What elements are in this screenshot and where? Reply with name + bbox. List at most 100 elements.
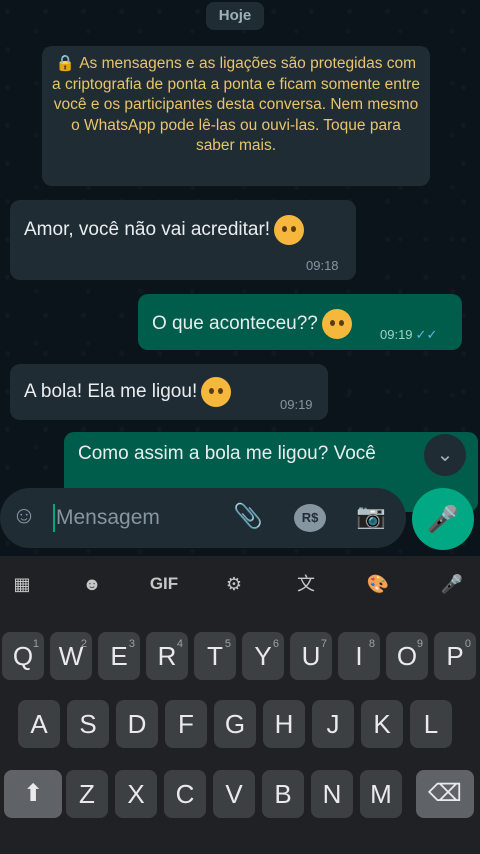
key-v[interactable]: V (213, 770, 255, 818)
key-label: O (396, 641, 418, 671)
key-g[interactable]: G (214, 700, 256, 748)
key-label: N (322, 779, 342, 809)
palette-icon[interactable]: 🎨 (358, 568, 398, 600)
scroll-to-bottom-button[interactable]: ⌄ (424, 434, 466, 476)
message-time-value: 09:19 (380, 327, 413, 342)
key-d[interactable]: D (116, 700, 158, 748)
key-label: L (423, 709, 439, 739)
read-ticks-icon: ✓✓ (415, 327, 438, 342)
backspace-icon: ⌫ (428, 780, 462, 807)
key-label: F (178, 709, 194, 739)
key-label: C (175, 779, 195, 809)
key-l[interactable]: L (410, 700, 452, 748)
sticker-icon[interactable]: ☻ (72, 568, 112, 600)
mic-icon: 🎤 (426, 504, 460, 534)
key-h[interactable]: H (263, 700, 305, 748)
key-w[interactable]: W2 (50, 632, 92, 680)
message-placeholder: Mensagem (56, 506, 160, 529)
key-label: E (110, 641, 128, 671)
message-time: 09:19 (280, 397, 313, 412)
key-label: S (79, 709, 97, 739)
translate-icon[interactable]: 文 (286, 568, 326, 600)
voice-message-button[interactable]: 🎤 (412, 488, 474, 550)
message-composer: ☺ Mensagem 📎 R$ 📷 🎤 (0, 482, 480, 556)
message-text: Amor, você não vai acreditar! (24, 219, 271, 241)
key-label: A (30, 709, 48, 739)
gif-button[interactable]: GIF (144, 568, 184, 600)
key-hint: 1 (32, 638, 39, 650)
key-n[interactable]: N (311, 770, 353, 818)
keyboard: ▦ ☻ GIF ⚙ 文 🎨 🎤 ⬆ ⌫ Q1W2E3R4T5Y6U7I8O9P0… (0, 556, 480, 854)
message-text: Como assim a bola me ligou? Você (78, 443, 376, 464)
key-label: K (373, 709, 391, 739)
key-o[interactable]: O9 (386, 632, 428, 680)
key-k[interactable]: K (361, 700, 403, 748)
key-hint: 2 (80, 638, 87, 650)
message-input[interactable]: ☺ Mensagem 📎 R$ 📷 (0, 488, 406, 548)
key-label: T (207, 641, 223, 671)
shift-icon: ⬆ (22, 780, 44, 807)
settings-gear-icon[interactable]: ⚙ (214, 568, 254, 600)
key-q[interactable]: Q1 (2, 632, 44, 680)
message-bubble-incoming[interactable]: Amor, você não vai acreditar! 09:18 (10, 200, 356, 280)
key-y[interactable]: Y6 (242, 632, 284, 680)
key-m[interactable]: M (360, 770, 402, 818)
key-hint: 5 (224, 638, 231, 650)
text-caret (53, 504, 55, 532)
encryption-notice-text: As mensagens e as ligações são protegida… (52, 55, 420, 154)
key-label: I (355, 641, 363, 671)
message-text: A bola! Ela me ligou! (24, 381, 198, 403)
encryption-notice[interactable]: 🔒 As mensagens e as ligações são protegid… (42, 46, 430, 186)
key-r[interactable]: R4 (146, 632, 188, 680)
message-bubble-incoming[interactable]: A bola! Ela me ligou! 09:19 (10, 364, 328, 420)
key-label: M (370, 779, 392, 809)
key-label: R (157, 641, 177, 671)
key-e[interactable]: E3 (98, 632, 140, 680)
message-bubble-outgoing[interactable]: O que aconteceu?? 09:19 ✓✓ (138, 294, 462, 350)
key-label: X (127, 779, 145, 809)
key-label: Y (254, 641, 272, 671)
key-hint: 0 (464, 638, 471, 650)
payment-icon[interactable]: R$ (294, 504, 326, 532)
key-z[interactable]: Z (66, 770, 108, 818)
date-chip: Hoje (206, 2, 264, 30)
key-i[interactable]: I8 (338, 632, 380, 680)
message-text: O que aconteceu?? (152, 313, 318, 335)
key-label: G (224, 709, 246, 739)
attach-icon[interactable]: 📎 (232, 502, 264, 531)
backspace-key[interactable]: ⌫ (416, 770, 474, 818)
key-b[interactable]: B (262, 770, 304, 818)
key-hint: 4 (176, 638, 183, 650)
face-screaming-emoji (274, 215, 305, 245)
key-hint: 3 (128, 638, 135, 650)
key-t[interactable]: T5 (194, 632, 236, 680)
key-label: Q (12, 641, 34, 671)
chat-area[interactable]: Hoje 🔒 As mensagens e as ligações são pro… (0, 0, 480, 556)
key-s[interactable]: S (67, 700, 109, 748)
message-time: 09:19 ✓✓ (380, 327, 437, 343)
apps-grid-icon[interactable]: ▦ (2, 568, 42, 600)
key-c[interactable]: C (164, 770, 206, 818)
key-hint: 7 (320, 638, 327, 650)
key-x[interactable]: X (115, 770, 157, 818)
key-a[interactable]: A (18, 700, 60, 748)
key-u[interactable]: U7 (290, 632, 332, 680)
chevron-double-down-icon: ⌄ (436, 444, 454, 466)
key-label: V (225, 779, 243, 809)
key-p[interactable]: P0 (434, 632, 476, 680)
key-hint: 6 (272, 638, 279, 650)
key-f[interactable]: F (165, 700, 207, 748)
emoji-icon[interactable]: ☺ (8, 502, 40, 530)
key-hint: 9 (416, 638, 423, 650)
key-j[interactable]: J (312, 700, 354, 748)
shift-key[interactable]: ⬆ (4, 770, 62, 818)
key-label: B (274, 779, 292, 809)
key-label: W (58, 641, 84, 671)
key-hint: 8 (368, 638, 375, 650)
lock-icon: 🔒 (55, 55, 76, 72)
face-with-monocle-emoji (321, 309, 352, 339)
flushed-face-emoji (201, 377, 232, 407)
key-label: D (127, 709, 147, 739)
camera-icon[interactable]: 📷 (354, 502, 388, 531)
mic-icon[interactable]: 🎤 (432, 568, 472, 600)
